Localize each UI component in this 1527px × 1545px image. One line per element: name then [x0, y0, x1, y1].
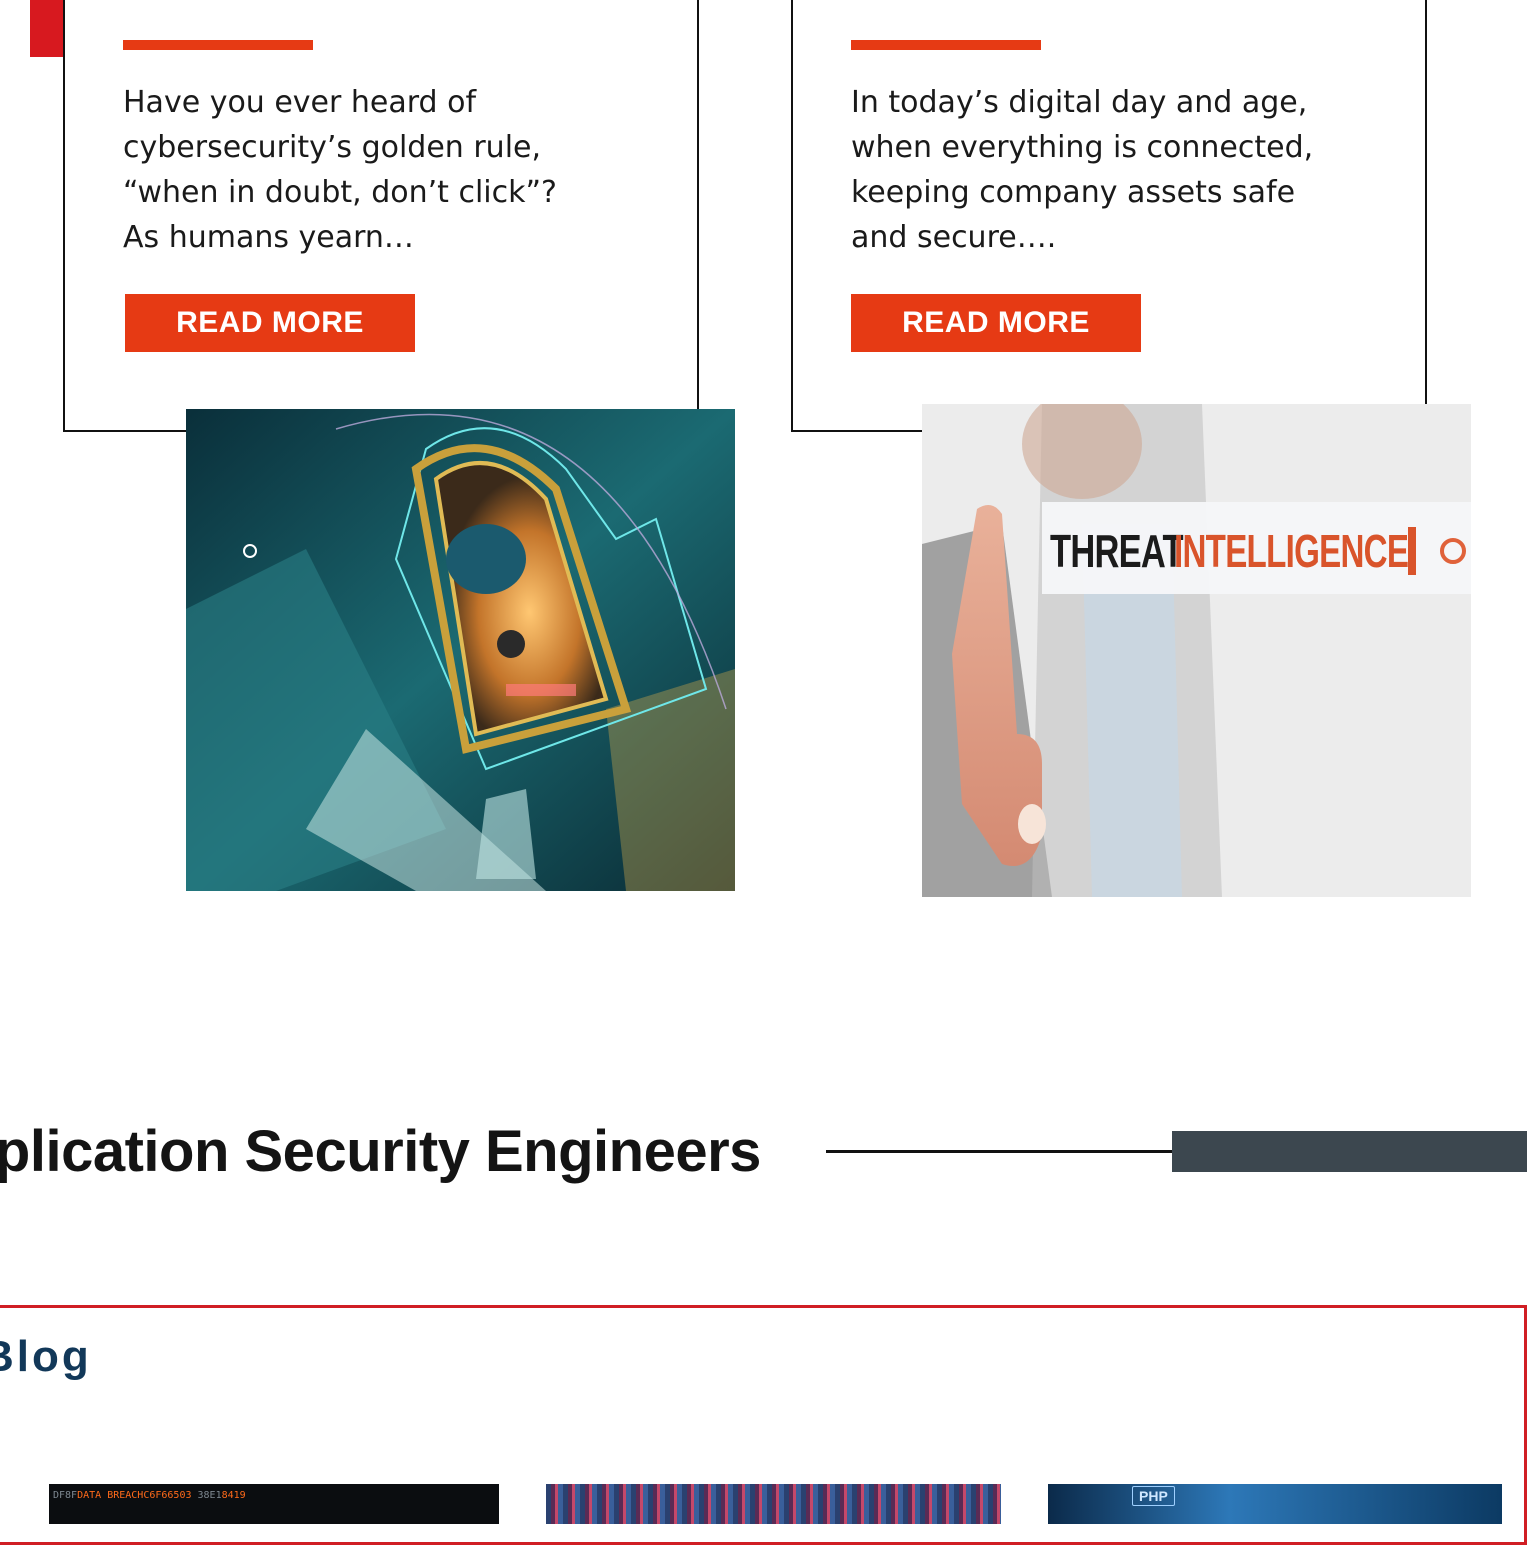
- threat-intelligence-image[interactable]: THREAT INTELLIGENCE: [922, 404, 1471, 897]
- blog-title: Blog: [0, 1332, 92, 1381]
- threat-caption: THREAT INTELLIGENCE: [1050, 524, 1466, 578]
- intelligence-word: INTELLIGENCE: [1174, 525, 1409, 577]
- hex-label-2: 8419: [221, 1490, 246, 1501]
- post-card-1: Have you ever heard of cybersecurity’s g…: [63, 0, 699, 432]
- data-breach-label: DATA BREACH: [77, 1490, 144, 1501]
- post-excerpt: In today’s digital day and age, when eve…: [851, 85, 1314, 255]
- search-icon: [1440, 538, 1466, 564]
- blog-thumb-3[interactable]: PHP: [1048, 1484, 1502, 1524]
- read-more-button[interactable]: READ MORE: [125, 294, 415, 352]
- hex-label: C6F66503: [143, 1490, 192, 1501]
- php-badge: PHP: [1132, 1486, 1175, 1506]
- blog-thumb-2[interactable]: [546, 1484, 1001, 1524]
- thumb-caption: DF8FDATA BREACHC6F66503 38E18419: [53, 1490, 246, 1501]
- card-accent-bar: [123, 40, 313, 50]
- padlock-illustration: [186, 409, 735, 891]
- blog-thumb-1[interactable]: DF8FDATA BREACHC6F66503 38E18419: [49, 1484, 499, 1524]
- padlock-cyber-image[interactable]: [186, 409, 735, 891]
- section-title: pplication Security Engineers: [0, 1119, 761, 1184]
- red-corner-tab: [30, 0, 66, 57]
- section-rule-line: [826, 1150, 1176, 1153]
- text-cursor-bar: [1408, 527, 1416, 575]
- threat-intelligence-illustration: [922, 404, 1471, 897]
- post-card-2: In today’s digital day and age, when eve…: [791, 0, 1427, 432]
- post-excerpt: Have you ever heard of cybersecurity’s g…: [123, 85, 557, 255]
- card-accent-bar: [851, 40, 1041, 50]
- section-rule-bar: [1172, 1131, 1527, 1172]
- threat-word: THREAT: [1050, 525, 1184, 577]
- read-more-button[interactable]: READ MORE: [851, 294, 1141, 352]
